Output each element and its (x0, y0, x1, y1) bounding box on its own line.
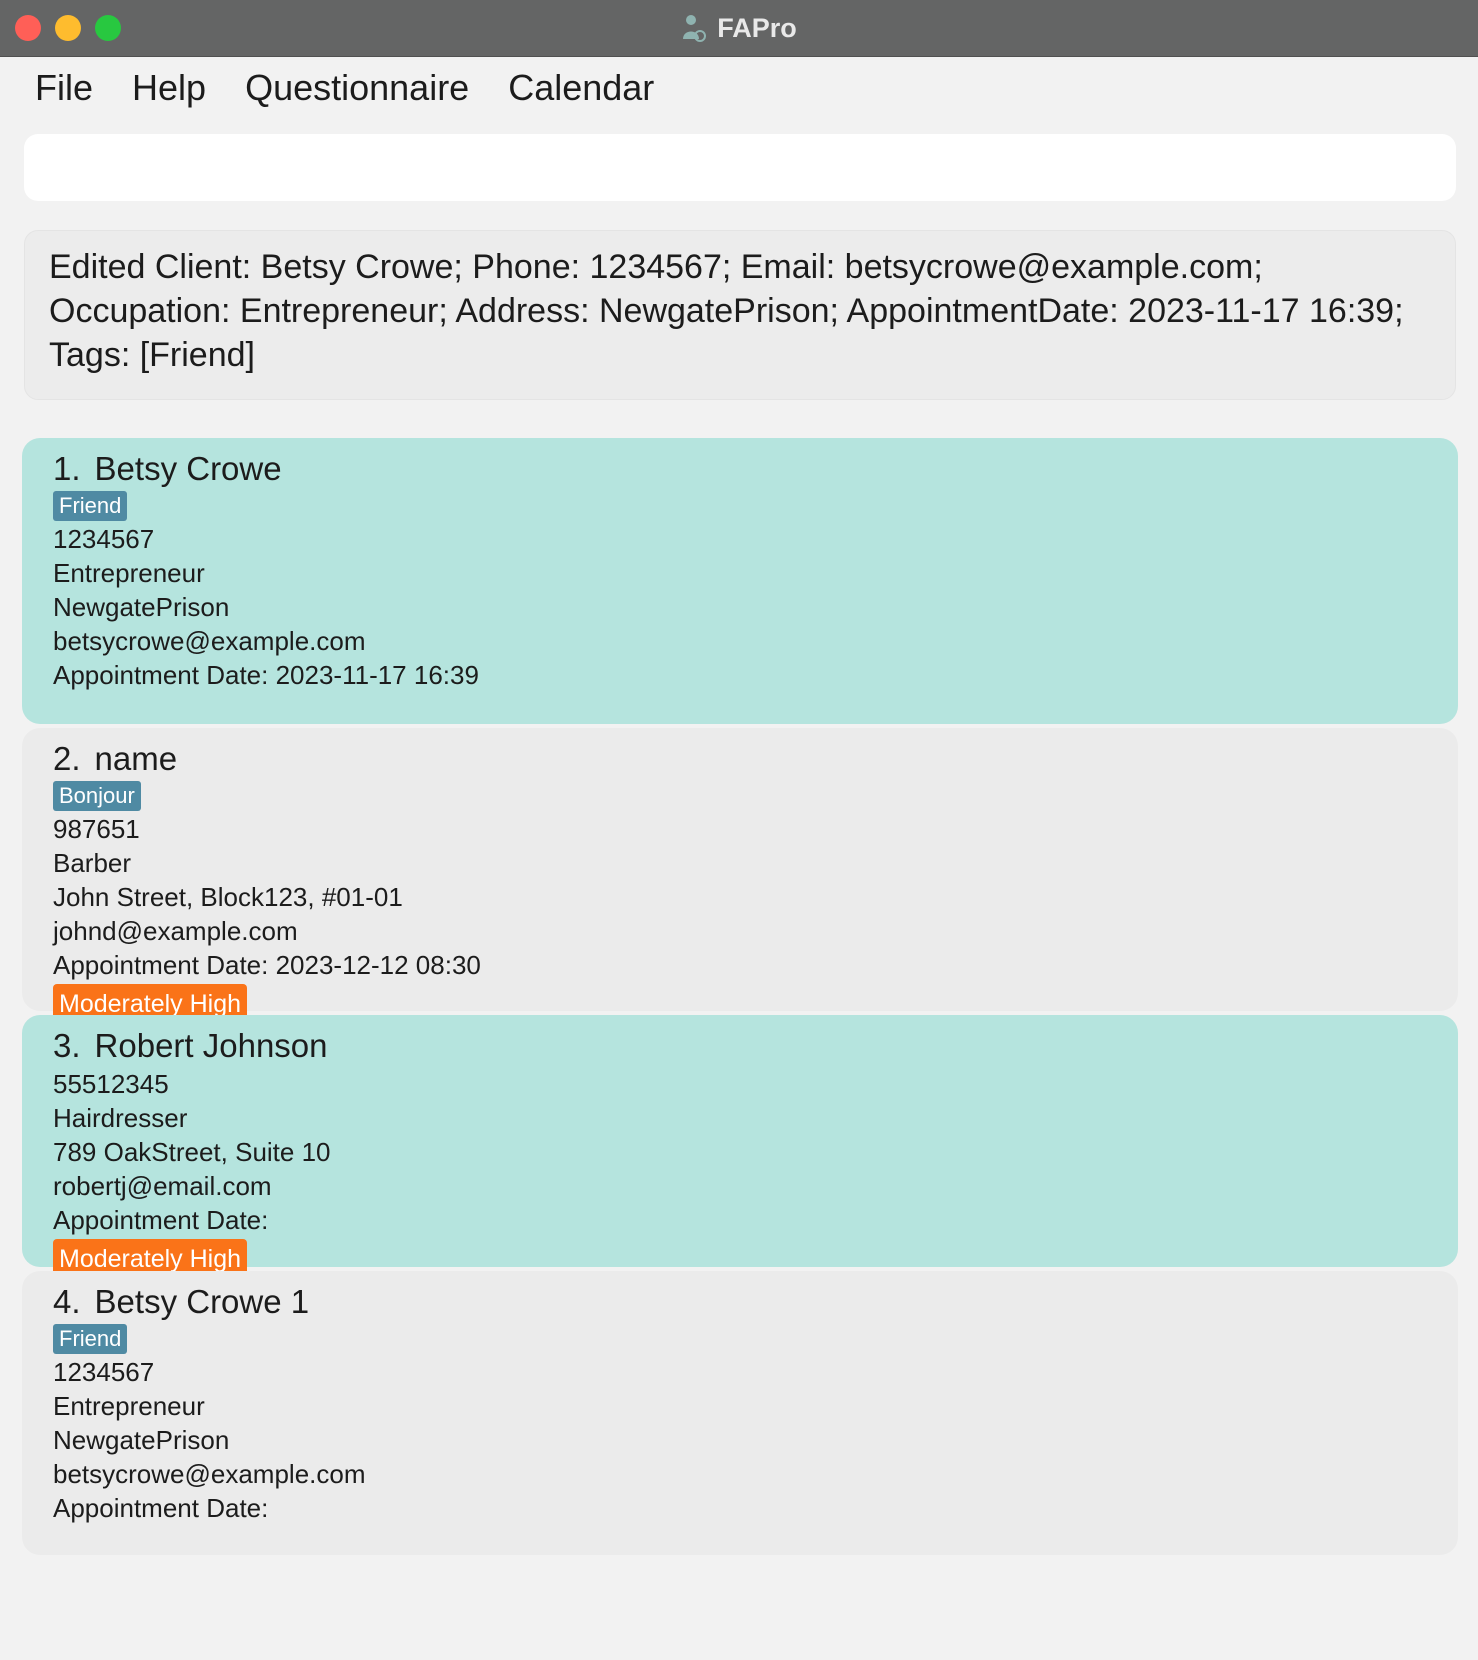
client-appointment-date: Appointment Date: (53, 1205, 269, 1235)
client-address: 789 OakStreet, Suite 10 (53, 1137, 331, 1167)
client-index: 3. (53, 1027, 81, 1064)
client-tags: Friend (53, 1323, 1427, 1355)
client-index: 2. (53, 740, 81, 777)
menu-questionnaire[interactable]: Questionnaire (245, 67, 469, 109)
menu-help[interactable]: Help (132, 67, 206, 109)
menu-file[interactable]: File (35, 67, 93, 109)
menu-bar: File Help Questionnaire Calendar (0, 56, 1478, 120)
client-tag: Friend (53, 491, 128, 521)
client-name-row: 2. name (53, 738, 1427, 780)
client-email: johnd@example.com (53, 916, 298, 946)
client-list[interactable]: 1. Betsy Crowe Friend 1234567 Entrepreneur Ne… (22, 438, 1458, 1559)
client-name: Robert Johnson (94, 1027, 328, 1064)
client-occupation: Barber (53, 848, 132, 878)
client-email: betsycrowe@example.com (53, 626, 366, 656)
client-card[interactable]: 3. Robert Johnson 55512345 Hairdresser 789 O… (22, 1015, 1458, 1279)
client-occupation: Hairdresser (53, 1103, 188, 1133)
client-tags: Bonjour (53, 780, 1427, 812)
client-phone: 1234567 (53, 524, 155, 554)
client-index: 1. (53, 450, 81, 487)
client-name-row: 3. Robert Johnson (53, 1025, 1427, 1067)
app-window: FAPro File Help Questionnaire Calendar E… (0, 0, 1478, 1660)
client-address: NewgatePrison (53, 592, 230, 622)
client-address: John Street, Block123, #01-01 (53, 882, 403, 912)
client-tag: Bonjour (53, 781, 141, 811)
client-tag: Friend (53, 1324, 128, 1354)
client-phone: 1234567 (53, 1357, 155, 1387)
client-phone: 55512345 (53, 1069, 169, 1099)
client-card[interactable]: 2. name Bonjour 987651 Barber John Street, Bl… (22, 728, 1458, 1024)
client-card[interactable]: 1. Betsy Crowe Friend 1234567 Entrepreneur Ne… (22, 438, 1458, 724)
client-name: Betsy Crowe (94, 450, 282, 487)
client-appointment-date: Appointment Date: 2023-12-12 08:30 (53, 950, 481, 980)
window-title: FAPro (717, 12, 797, 43)
result-display: Edited Client: Betsy Crowe; Phone: 12345… (24, 230, 1456, 400)
fapro-logo-icon (683, 15, 707, 42)
command-input[interactable] (24, 134, 1456, 201)
client-tags: Friend (53, 490, 1427, 522)
client-name-row: 4. Betsy Crowe 1 (53, 1281, 1427, 1323)
client-index: 4. (53, 1283, 81, 1320)
window-title-group: FAPro (0, 0, 1478, 56)
client-name: name (94, 740, 178, 777)
client-occupation: Entrepreneur (53, 1391, 205, 1421)
client-email: betsycrowe@example.com (53, 1459, 366, 1489)
title-bar: FAPro (0, 0, 1478, 57)
client-appointment-date: Appointment Date: (53, 1493, 269, 1523)
client-address: NewgatePrison (53, 1425, 230, 1455)
client-appointment-date: Appointment Date: 2023-11-17 16:39 (53, 660, 479, 690)
client-occupation: Entrepreneur (53, 558, 205, 588)
client-phone: 987651 (53, 814, 140, 844)
menu-calendar[interactable]: Calendar (508, 67, 654, 109)
client-name-row: 1. Betsy Crowe (53, 448, 1427, 490)
client-card[interactable]: 4. Betsy Crowe 1 Friend 1234567 Entrepreneur… (22, 1271, 1458, 1555)
client-name: Betsy Crowe 1 (94, 1283, 310, 1320)
client-email: robertj@email.com (53, 1171, 272, 1201)
